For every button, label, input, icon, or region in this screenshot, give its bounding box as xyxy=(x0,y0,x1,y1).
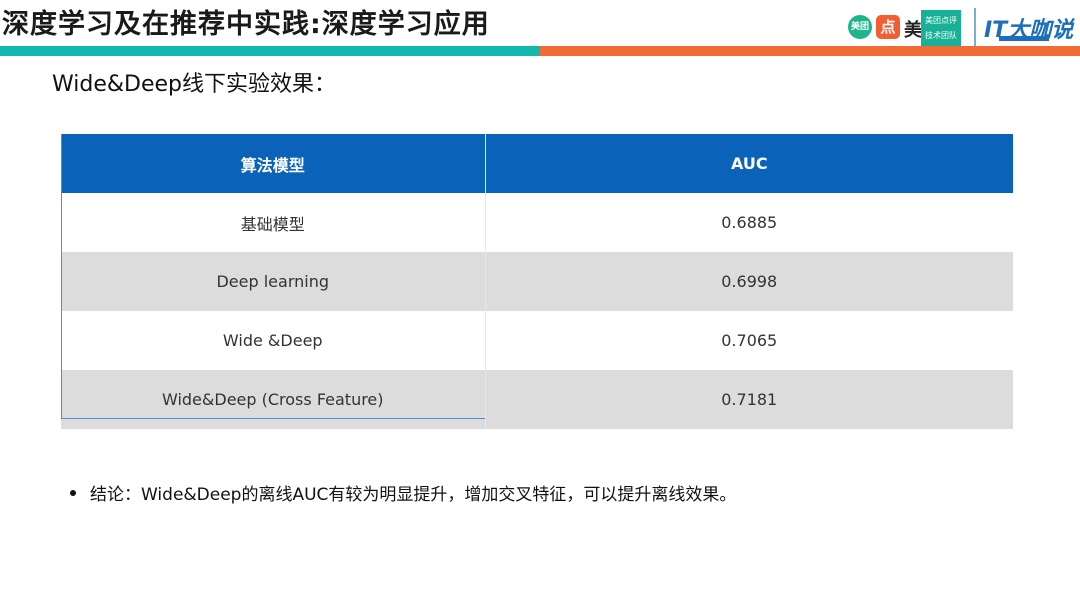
it-logo-underline xyxy=(999,36,1049,41)
cell-model: Wide &Deep xyxy=(61,311,486,370)
results-table: 算法模型 AUC 基础模型 0.6885 Deep learning 0.699… xyxy=(61,134,1013,429)
table-row: Wide&Deep (Cross Feature) 0.7181 xyxy=(61,370,1013,429)
table-header-row: 算法模型 AUC xyxy=(61,134,1013,193)
header-model: 算法模型 xyxy=(61,134,486,193)
tech-team-line1: 美团点评 xyxy=(925,16,957,25)
meituan-logo: 美团 xyxy=(848,15,872,39)
table-row: Wide &Deep 0.7065 xyxy=(61,311,1013,370)
logo-divider xyxy=(974,8,976,48)
slide-title: 深度学习及在推荐中实践:深度学习应用 xyxy=(2,9,490,40)
tech-team-line2: 技术团队 xyxy=(925,31,957,40)
cell-model: Wide&Deep (Cross Feature) xyxy=(61,370,486,429)
table-left-border xyxy=(61,134,62,419)
header-bar-orange xyxy=(540,46,1080,56)
table-row: 基础模型 0.6885 xyxy=(61,193,1013,252)
cell-auc: 0.6998 xyxy=(485,252,1013,311)
conclusion-bullet: 结论：Wide&Deep的离线AUC有较为明显提升，增加交叉特征，可以提升离线效… xyxy=(70,480,736,505)
cell-model: Deep learning xyxy=(61,252,486,311)
mei-logo-text: 美 xyxy=(904,20,922,41)
table-bottom-border xyxy=(61,418,485,419)
bullet-icon xyxy=(70,490,76,496)
cell-auc: 0.6885 xyxy=(485,193,1013,252)
conclusion-text: 结论：Wide&Deep的离线AUC有较为明显提升，增加交叉特征，可以提升离线效… xyxy=(90,485,737,505)
header-auc: AUC xyxy=(485,134,1013,193)
section-subtitle: Wide&Deep线下实验效果： xyxy=(52,72,337,97)
cell-model: 基础模型 xyxy=(61,193,486,252)
tech-team-logo: 美团点评 技术团队 xyxy=(921,10,961,46)
header-bar-teal xyxy=(0,46,540,56)
cell-auc: 0.7065 xyxy=(485,311,1013,370)
table-row: Deep learning 0.6998 xyxy=(61,252,1013,311)
cell-auc: 0.7181 xyxy=(485,370,1013,429)
dianping-logo: 点 xyxy=(876,15,900,39)
logo-group: 美团 点 美 美团点评 技术团队 IT大咖说 xyxy=(848,6,1073,48)
